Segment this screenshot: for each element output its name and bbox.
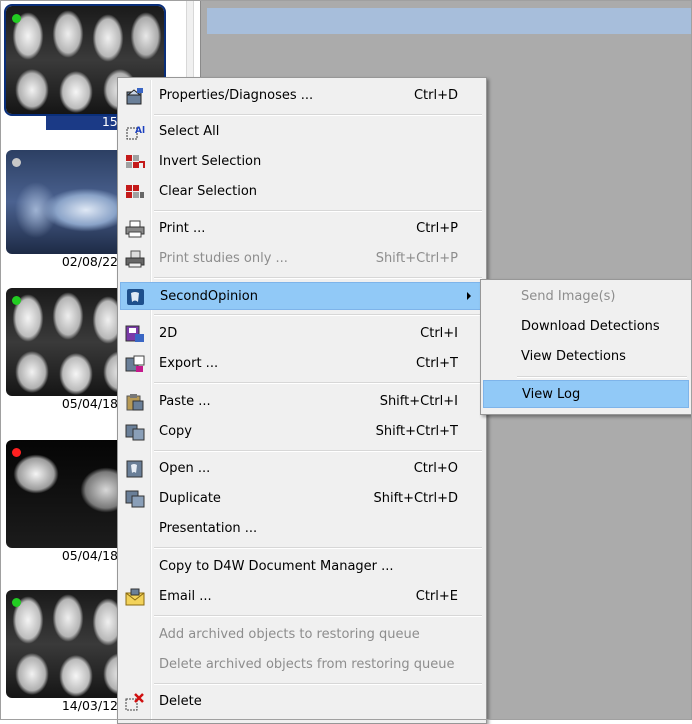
menu-separator [154,382,482,384]
status-dot-icon [12,14,21,23]
select-all-icon: All [125,123,148,141]
menu-separator [154,277,482,279]
menu-item-add-archived: Add archived objects to restoring queue [159,627,420,642]
viewer-header-bar [207,8,692,34]
menu-item-open[interactable]: Open ... Ctrl+O [120,455,484,483]
clear-selection-icon [125,183,145,201]
submenu-item-view-log[interactable]: View Log [483,380,689,408]
status-dot-icon [12,158,21,167]
second-opinion-submenu: Send Image(s) Download Detections View D… [480,279,692,415]
menu-item-select-all[interactable]: All Select All [120,118,484,146]
2d-icon [125,325,145,343]
menu-separator [154,615,482,617]
menu-item-export[interactable]: Export ... Ctrl+T [120,350,484,378]
status-dot-icon [12,296,21,305]
print-icon [125,220,145,238]
menu-item-delete-archived: Delete archived objects from restoring q… [159,657,455,672]
submenu-item-send-images: Send Image(s) [521,289,616,304]
print-studies-icon [125,250,145,268]
email-icon [125,588,145,606]
export-icon [125,355,145,373]
menu-item-print-studies-only: Print studies only ... Shift+Ctrl+P [120,245,484,273]
menu-separator [154,547,482,549]
menu-item-properties[interactable]: Properties/Diagnoses ... Ctrl+D [120,82,484,110]
open-icon [125,460,145,478]
menu-item-duplicate[interactable]: Duplicate Shift+Ctrl+D [120,485,484,513]
menu-item-2d[interactable]: 2D Ctrl+I [120,320,484,348]
menu-separator [154,450,482,452]
menu-separator [154,114,482,116]
svg-text:All: All [135,126,145,136]
menu-item-copy[interactable]: Copy Shift+Ctrl+T [120,418,484,446]
menu-item-copy-to-d4w[interactable]: Copy to D4W Document Manager ... [120,553,484,581]
menu-separator [517,376,687,378]
menu-item-second-opinion[interactable]: SecondOpinion [120,282,484,310]
status-dot-icon [12,598,21,607]
menu-item-paste[interactable]: Paste ... Shift+Ctrl+I [120,388,484,416]
context-menu: Properties/Diagnoses ... Ctrl+D All Sele… [117,77,487,724]
menu-separator [154,683,482,685]
menu-item-email[interactable]: Email ... Ctrl+E [120,583,484,611]
menu-item-presentation[interactable]: Presentation ... [120,515,484,543]
menu-item-print[interactable]: Print ... Ctrl+P [120,215,484,243]
paste-icon [125,393,145,411]
properties-icon [125,87,145,105]
status-dot-icon [12,448,21,457]
menu-separator [154,210,482,212]
menu-item-clear-selection[interactable]: Clear Selection [120,178,484,206]
copy-icon [125,423,145,441]
submenu-item-view-detections[interactable]: View Detections [483,343,689,371]
duplicate-icon [125,490,145,508]
submenu-item-download-detections[interactable]: Download Detections [483,313,689,341]
submenu-arrow-icon [467,292,471,300]
invert-selection-icon [125,153,145,171]
menu-item-invert-selection[interactable]: Invert Selection [120,148,484,176]
delete-icon [125,693,145,711]
menu-item-delete[interactable]: Delete [120,688,484,716]
second-opinion-icon [126,288,146,306]
menu-separator [154,314,482,316]
